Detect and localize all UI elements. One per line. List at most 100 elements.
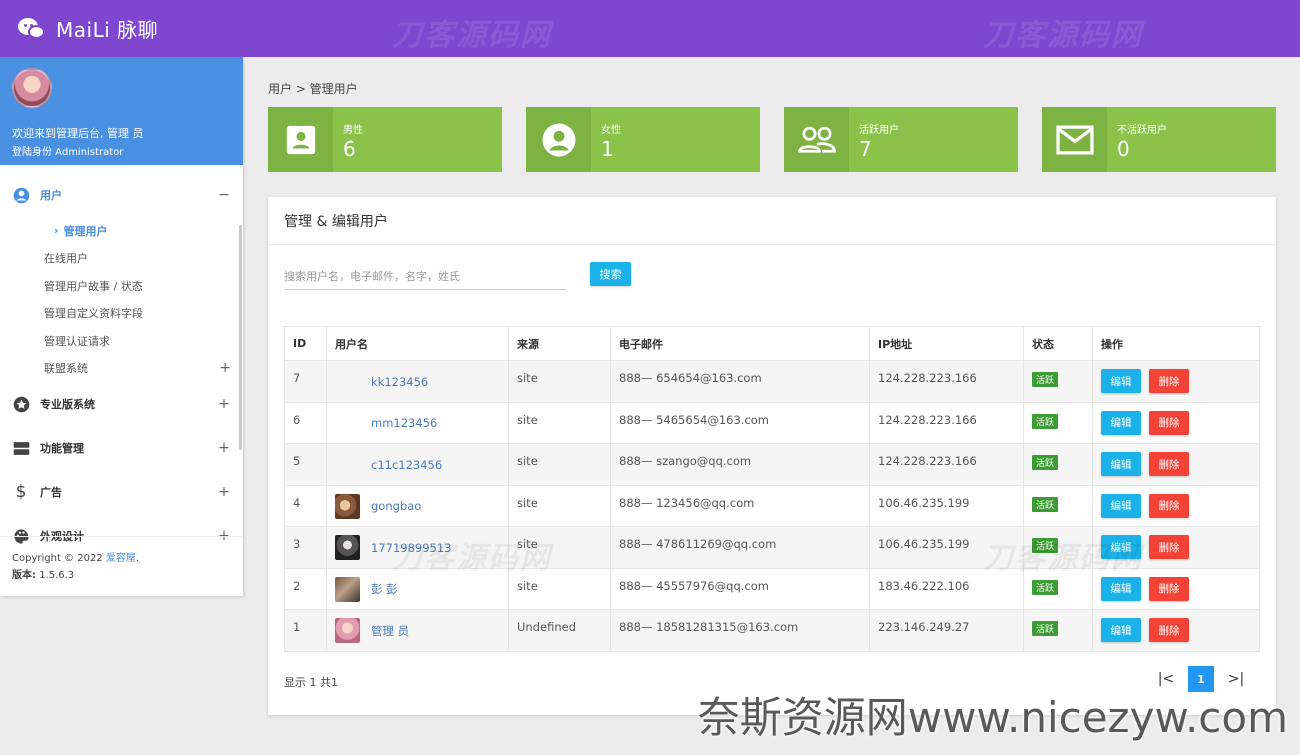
table-row: 7 kk123456 site 888— 654654@163.com 124.228.… <box>284 360 1260 403</box>
username-link[interactable]: kk123456 <box>371 375 428 389</box>
cell-username: c11c123456 <box>326 443 509 486</box>
watermark-text: 刀客源码网 <box>983 18 1143 53</box>
column-header[interactable]: 状态 <box>1023 326 1093 361</box>
top-bar: MaiLi 脉聊 刀客源码网 刀客源码网 <box>0 0 1300 57</box>
sidebar-item-features[interactable]: 功能管理 + <box>0 426 243 470</box>
version-label: 版本: <box>12 570 36 581</box>
delete-button[interactable]: 删除 <box>1149 535 1189 559</box>
user-avatar[interactable] <box>335 369 360 394</box>
stat-value: 6 <box>343 137 356 161</box>
stat-card-male: 男性 6 <box>268 107 502 172</box>
column-header[interactable]: 来源 <box>508 326 611 361</box>
cell-source: Undefined <box>508 609 611 652</box>
expand-icon[interactable]: + <box>217 440 231 456</box>
column-header: 操作 <box>1092 326 1260 361</box>
cell-status: 活跃 <box>1023 484 1093 527</box>
sidebar-item-label: 管理用户 <box>63 224 108 238</box>
collapse-icon[interactable]: − <box>217 187 231 203</box>
sidebar-item-label: 管理自定义资料字段 <box>44 307 143 321</box>
user-avatar[interactable] <box>335 452 360 477</box>
user-avatar[interactable] <box>335 576 360 602</box>
expand-icon[interactable]: + <box>217 484 231 500</box>
table-row: 5 c11c123456 site 888— szango@qq.com 124.228… <box>284 443 1260 486</box>
expand-icon[interactable]: + <box>217 396 231 412</box>
cell-email: 888— 478611269@qq.com <box>610 526 870 569</box>
sidebar-item-label: 广告 <box>40 486 62 499</box>
app-title[interactable]: MaiLi 脉聊 <box>56 14 158 43</box>
sidebar-item-affiliates[interactable]: 联盟系统 + <box>0 355 243 383</box>
sidebar-item-ads[interactable]: $ 广告 + <box>0 470 243 514</box>
cell-id: 2 <box>284 567 327 610</box>
brand-link[interactable]: 爱容屋 <box>106 553 136 564</box>
cell-id: 4 <box>284 484 327 527</box>
cell-status: 活跃 <box>1023 360 1093 403</box>
server-icon <box>12 439 30 457</box>
edit-button[interactable]: 编辑 <box>1101 618 1141 642</box>
sidebar-item-users[interactable]: 用户 − <box>0 173 243 217</box>
delete-button[interactable]: 删除 <box>1149 410 1189 435</box>
cell-email: 888— szango@qq.com <box>610 443 870 486</box>
sidebar-item-label: 专业版系统 <box>40 398 95 411</box>
cell-ip: 124.228.223.166 <box>869 401 1024 444</box>
search-button[interactable]: 搜索 <box>590 262 631 286</box>
cell-status: 活跃 <box>1023 609 1093 652</box>
table-header-row: ID 用户名 来源 电子邮件 IP地址 状态 操作 <box>284 326 1260 361</box>
column-header[interactable]: 电子邮件 <box>610 326 870 361</box>
dollar-icon: $ <box>15 482 27 502</box>
user-avatar[interactable] <box>335 618 360 643</box>
status-badge: 活跃 <box>1032 455 1059 470</box>
sidebar-item-pro-system[interactable]: 专业版系统 + <box>0 382 243 426</box>
username-link[interactable]: gongbao <box>371 499 421 513</box>
edit-button[interactable]: 编辑 <box>1101 576 1141 601</box>
delete-button[interactable]: 删除 <box>1149 618 1189 642</box>
username-link[interactable]: c11c123456 <box>371 458 442 472</box>
cell-ip: 223.146.249.27 <box>869 609 1024 652</box>
stat-value: 0 <box>1117 137 1130 161</box>
username-link[interactable]: 管理 员 <box>371 623 409 639</box>
sidebar-item-label: 联盟系统 <box>44 362 88 376</box>
watermark-text: 刀客源码网 <box>392 541 552 576</box>
edit-button[interactable]: 编辑 <box>1101 452 1141 476</box>
star-icon <box>12 395 30 413</box>
cell-source: site <box>508 401 611 444</box>
table-row: 1 管理 员 Undefined 888— 18581281315@163.com 22… <box>284 609 1260 652</box>
cell-id: 3 <box>284 526 327 569</box>
user-avatar[interactable] <box>335 493 360 519</box>
search-input[interactable] <box>284 263 566 290</box>
edit-button[interactable]: 编辑 <box>1101 369 1141 393</box>
cell-email: 888— 45557976@qq.com <box>610 567 870 610</box>
sidebar-item-online-users[interactable]: 在线用户 <box>0 245 243 273</box>
status-badge: 活跃 <box>1032 372 1059 387</box>
wechat-logo-icon <box>16 16 48 42</box>
sidebar-item-manage-users[interactable]: › 管理用户 <box>0 217 243 245</box>
cell-id: 1 <box>284 609 327 652</box>
admin-avatar[interactable] <box>12 68 52 108</box>
username-link[interactable]: mm123456 <box>371 416 437 430</box>
sidebar-item-label: 管理用户故事 / 状态 <box>44 279 143 293</box>
sidebar: 欢迎来到管理后台, 管理 员 登陆身份 Administrator 用户 − ›… <box>0 57 243 596</box>
column-header[interactable]: 用户名 <box>326 326 509 361</box>
column-header[interactable]: IP地址 <box>869 326 1024 361</box>
version-text: 1.5.6.3 <box>39 570 75 581</box>
mail-icon <box>1042 107 1107 172</box>
edit-button[interactable]: 编辑 <box>1101 493 1141 518</box>
sidebar-scrollbar[interactable] <box>239 225 242 450</box>
expand-icon[interactable]: + <box>219 360 231 376</box>
sidebar-item-label: 在线用户 <box>44 252 88 266</box>
edit-button[interactable]: 编辑 <box>1101 410 1141 435</box>
cell-username: kk123456 <box>326 360 509 403</box>
delete-button[interactable]: 删除 <box>1149 452 1189 476</box>
sidebar-item-verification[interactable]: 管理认证请求 <box>0 327 243 355</box>
delete-button[interactable]: 删除 <box>1149 576 1189 601</box>
user-avatar[interactable] <box>335 535 360 560</box>
sidebar-item-custom-fields[interactable]: 管理自定义资料字段 <box>0 300 243 328</box>
sidebar-item-stories[interactable]: 管理用户故事 / 状态 <box>0 272 243 300</box>
delete-button[interactable]: 删除 <box>1149 493 1189 518</box>
user-avatar[interactable] <box>335 411 360 436</box>
table-body: 7 kk123456 site 888— 654654@163.com 124.228.… <box>284 360 1260 652</box>
column-header[interactable]: ID <box>284 326 327 361</box>
username-link[interactable]: 彭 彭 <box>371 581 398 597</box>
cell-source: site <box>508 360 611 403</box>
delete-button[interactable]: 删除 <box>1149 369 1189 393</box>
cell-email: 888— 5465654@163.com <box>610 401 870 444</box>
